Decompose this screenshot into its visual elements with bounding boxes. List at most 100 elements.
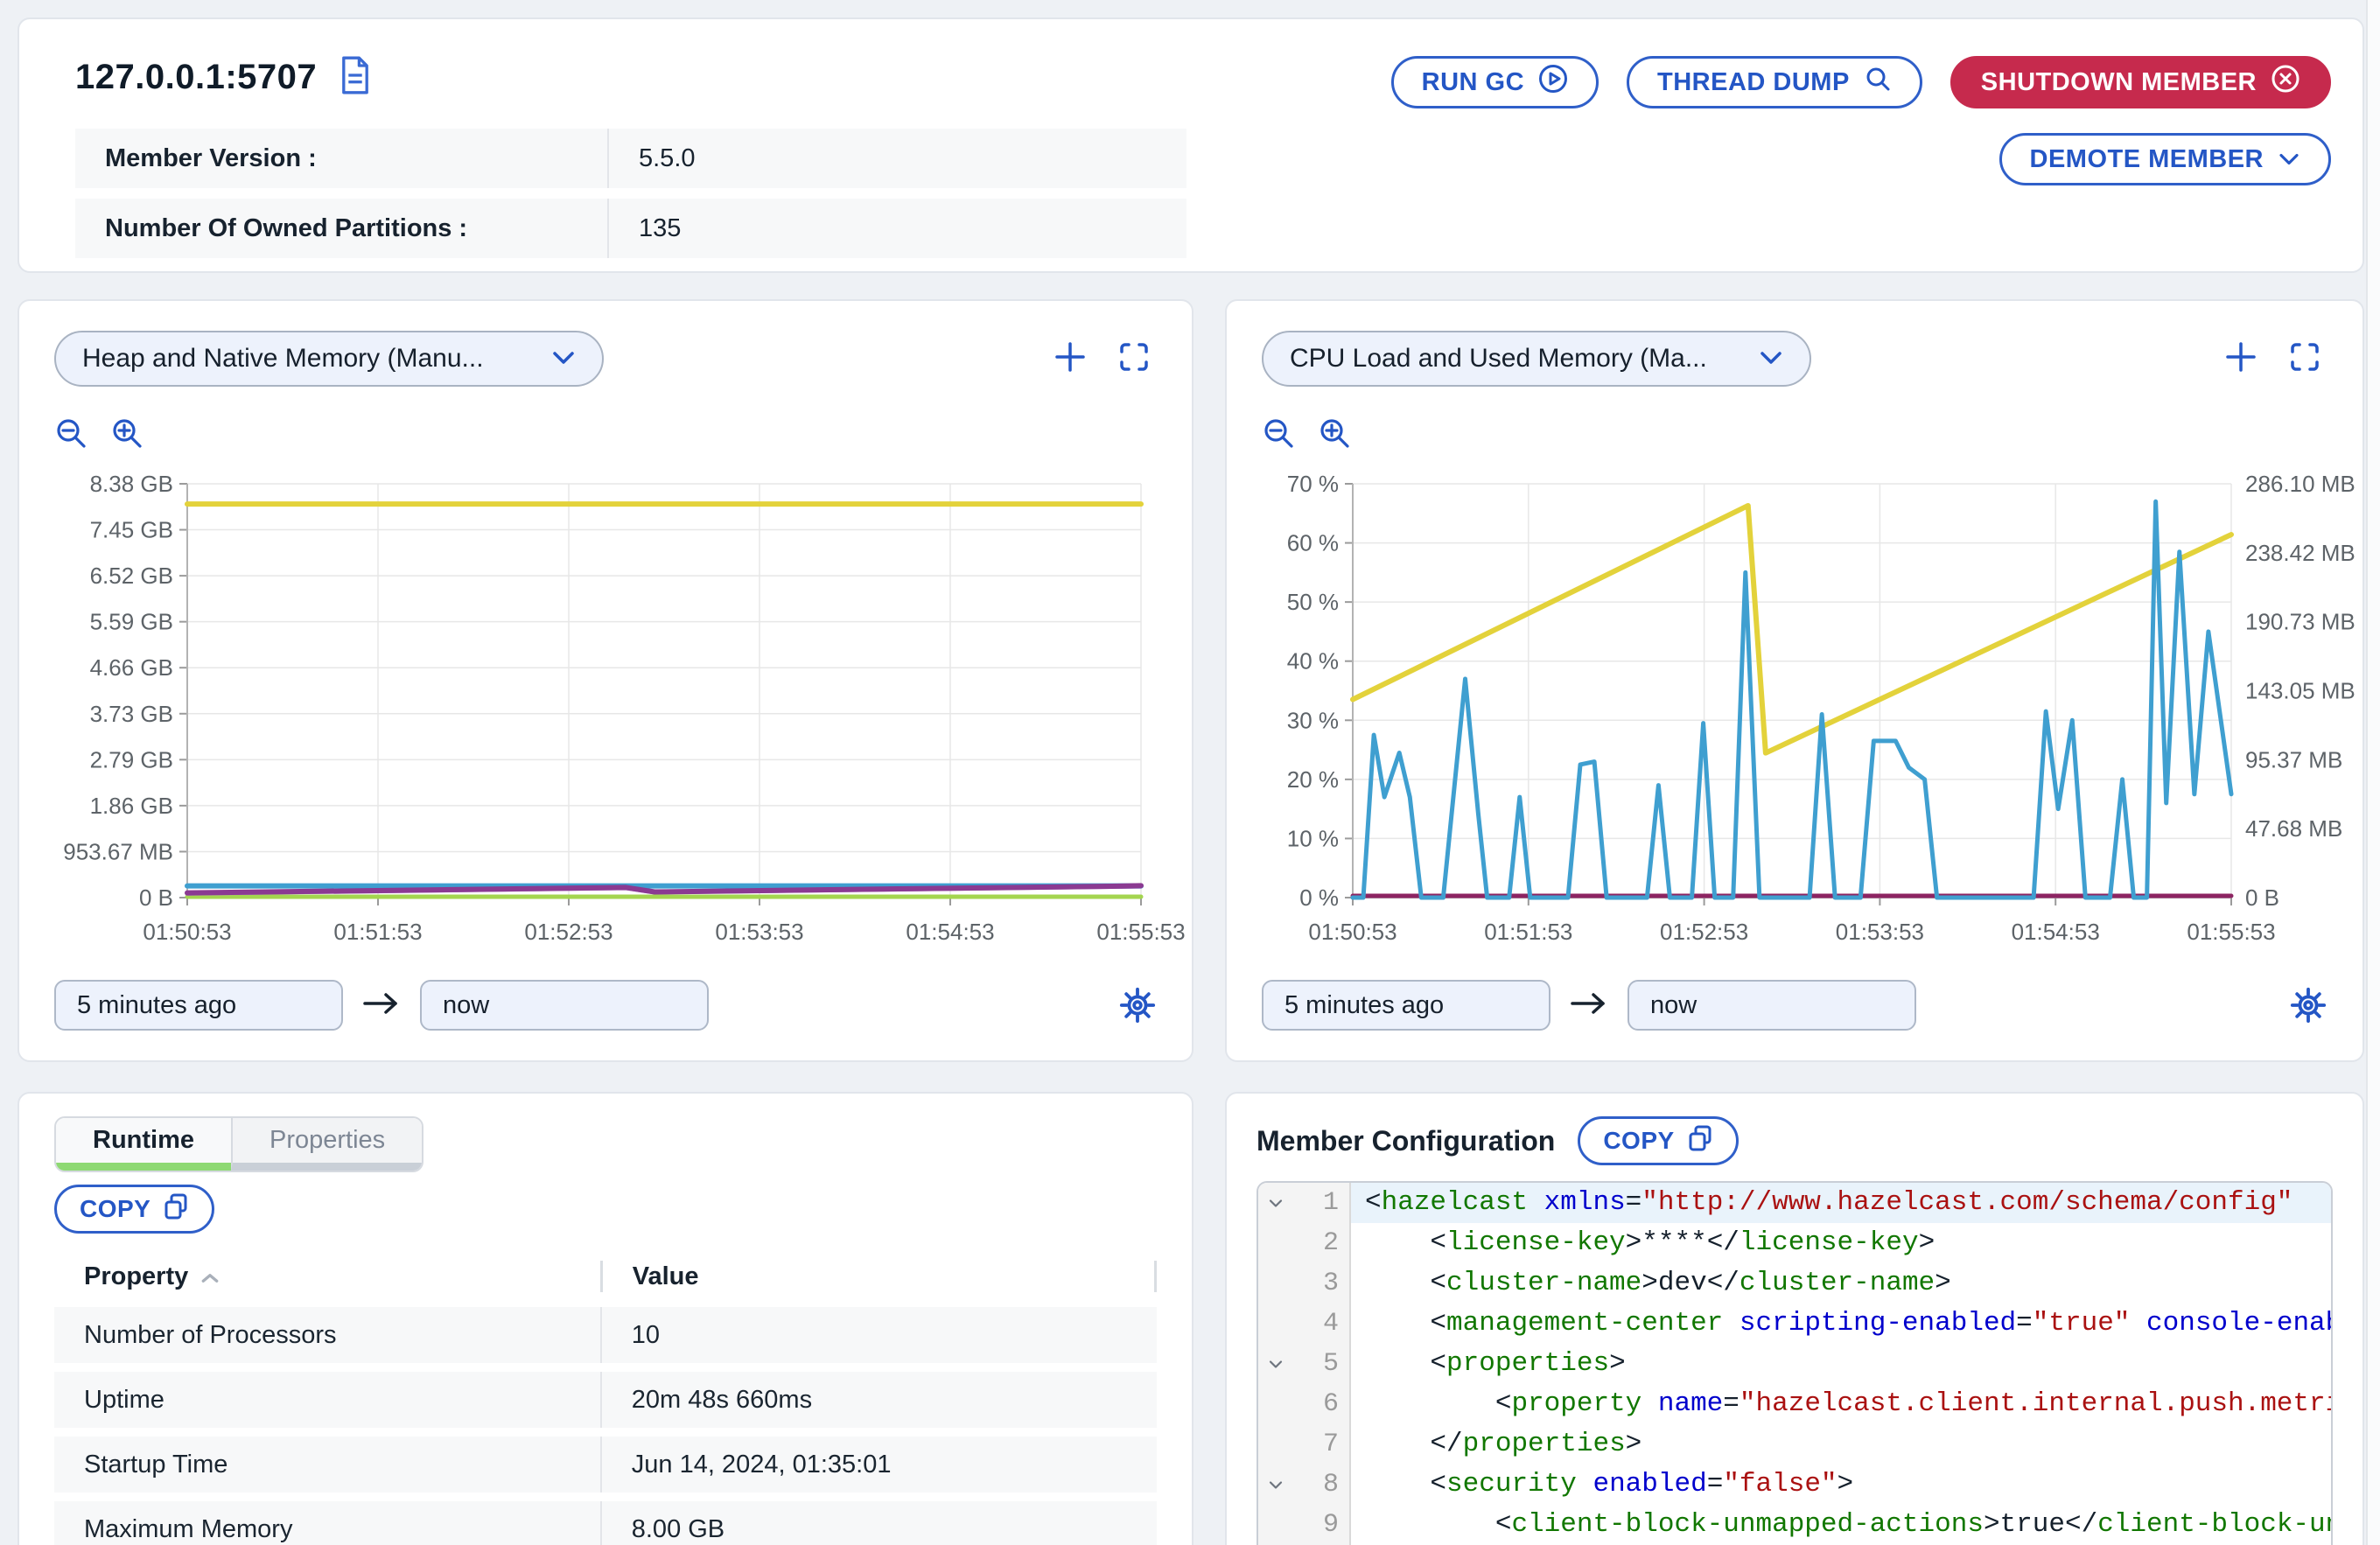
- chevron-down-icon: [1759, 344, 1783, 374]
- line-number: 1: [1293, 1188, 1349, 1218]
- code-gutter: 2: [1258, 1223, 1351, 1263]
- metric-select-label: CPU Load and Used Memory (Ma...: [1290, 344, 1707, 374]
- add-chart-button[interactable]: [2224, 340, 2258, 378]
- copy-config-button[interactable]: COPY: [1578, 1116, 1738, 1165]
- fold-chevron-icon[interactable]: [1258, 1480, 1293, 1490]
- copy-icon: [1687, 1125, 1713, 1157]
- page-title: 127.0.0.1:5707: [75, 58, 317, 97]
- runtime-properties-card: Runtime Properties COPY Property: [18, 1092, 1194, 1545]
- cpu-memory-chart[interactable]: 70 %60 %50 %40 %30 %20 %10 %0 %01:50:530…: [1262, 472, 2328, 948]
- tab-runtime-label: Runtime: [93, 1126, 194, 1155]
- member-detail-page: 127.0.0.1:5707 Member Version : 5.5.0 Nu…: [0, 0, 2380, 1545]
- member-configuration-card: Member Configuration COPY 1<hazelcast xm…: [1225, 1092, 2364, 1545]
- code-text: <property name="hazelcast.client.interna…: [1351, 1384, 2331, 1424]
- code-gutter: 6: [1258, 1384, 1351, 1424]
- line-number: 2: [1293, 1228, 1349, 1258]
- tab-properties-label: Properties: [270, 1126, 385, 1155]
- table-row: Number of Processors10: [54, 1307, 1157, 1363]
- chart-settings-button[interactable]: [2289, 986, 2328, 1024]
- metric-select[interactable]: CPU Load and Used Memory (Ma...: [1262, 331, 1811, 387]
- member-actions-row: RUN GC THREAD DUMP: [1391, 56, 2331, 108]
- shutdown-member-button[interactable]: SHUTDOWN MEMBER: [1950, 56, 2331, 108]
- svg-text:01:53:53: 01:53:53: [1836, 919, 1924, 945]
- code-line: 6 <property name="hazelcast.client.inter…: [1258, 1384, 2331, 1424]
- code-text: <properties>: [1351, 1344, 2331, 1384]
- code-text: <security enabled="false">: [1351, 1465, 2331, 1505]
- config-code-editor[interactable]: 1<hazelcast xmlns="http://www.hazelcast.…: [1256, 1181, 2333, 1545]
- svg-text:0 B: 0 B: [2245, 884, 2279, 911]
- code-gutter: 4: [1258, 1304, 1351, 1344]
- fullscreen-icon[interactable]: [2289, 341, 2320, 377]
- zoom-in-icon[interactable]: [1318, 416, 1353, 456]
- cpu-memory-chart-card: CPU Load and Used Memory (Ma...: [1225, 299, 2364, 1062]
- svg-text:6.52 GB: 6.52 GB: [90, 563, 173, 589]
- member-summary-card: 127.0.0.1:5707 Member Version : 5.5.0 Nu…: [18, 17, 2364, 273]
- run-gc-button[interactable]: RUN GC: [1391, 56, 1599, 108]
- table-row: Startup TimeJun 14, 2024, 01:35:01: [54, 1437, 1157, 1493]
- svg-text:1.86 GB: 1.86 GB: [90, 793, 173, 819]
- column-header-value[interactable]: Value: [600, 1261, 1157, 1292]
- zoom-in-icon[interactable]: [110, 416, 145, 456]
- page-scrollbar[interactable]: [2366, 0, 2380, 1545]
- sort-asc-icon: [200, 1262, 220, 1291]
- thread-dump-button[interactable]: THREAD DUMP: [1627, 56, 1922, 108]
- property-cell: Maximum Memory: [54, 1515, 600, 1544]
- copy-label: COPY: [80, 1195, 150, 1223]
- metric-select[interactable]: Heap and Native Memory (Manu...: [54, 331, 604, 387]
- time-to-input[interactable]: [420, 980, 709, 1031]
- code-text: <hazelcast xmlns="http://www.hazelcast.c…: [1351, 1183, 2331, 1223]
- svg-text:4.66 GB: 4.66 GB: [90, 654, 173, 681]
- code-gutter: 1: [1258, 1183, 1351, 1223]
- fold-chevron-icon[interactable]: [1258, 1360, 1293, 1369]
- copy-runtime-button[interactable]: COPY: [54, 1185, 214, 1234]
- code-gutter: 7: [1258, 1424, 1351, 1465]
- chart-time-range: [1262, 980, 2328, 1031]
- info-value: 135: [607, 199, 1186, 258]
- property-cell: Uptime: [54, 1386, 600, 1415]
- svg-text:2.79 GB: 2.79 GB: [90, 746, 173, 772]
- svg-text:01:55:53: 01:55:53: [2187, 919, 2275, 945]
- heap-memory-chart[interactable]: 8.38 GB7.45 GB6.52 GB5.59 GB4.66 GB3.73 …: [54, 472, 1157, 948]
- svg-text:5.59 GB: 5.59 GB: [90, 609, 173, 635]
- play-circle-icon: [1538, 64, 1568, 101]
- arrow-right-icon: [362, 990, 401, 1021]
- demote-member-button[interactable]: DEMOTE MEMBER: [1999, 133, 2332, 185]
- value-cell: Jun 14, 2024, 01:35:01: [600, 1437, 1157, 1493]
- time-to-input[interactable]: [1628, 980, 1916, 1031]
- svg-text:01:55:53: 01:55:53: [1096, 919, 1185, 945]
- zoom-out-icon[interactable]: [1262, 416, 1297, 456]
- chart-zoom-controls: [1262, 416, 2328, 456]
- value-cell: 10: [600, 1307, 1157, 1363]
- heap-memory-chart-card: Heap and Native Memory (Manu...: [18, 299, 1194, 1062]
- svg-text:10 %: 10 %: [1287, 825, 1339, 851]
- code-text: </properties>: [1351, 1424, 2331, 1465]
- tab-properties[interactable]: Properties: [231, 1118, 422, 1171]
- table-row: Uptime20m 48s 660ms: [54, 1372, 1157, 1428]
- config-title: Member Configuration: [1256, 1125, 1555, 1157]
- time-from-input[interactable]: [54, 980, 343, 1031]
- shutdown-member-label: SHUTDOWN MEMBER: [1981, 68, 2257, 97]
- column-header-property[interactable]: Property: [54, 1262, 600, 1291]
- config-header: Member Configuration COPY: [1256, 1116, 2333, 1165]
- svg-text:286.10 MB: 286.10 MB: [2245, 471, 2356, 497]
- chart-settings-button[interactable]: [1118, 986, 1157, 1024]
- line-number: 8: [1293, 1470, 1349, 1500]
- svg-text:01:53:53: 01:53:53: [715, 919, 803, 945]
- tab-runtime[interactable]: Runtime: [56, 1118, 231, 1171]
- svg-text:238.42 MB: 238.42 MB: [2245, 540, 2356, 566]
- code-line: 9 <client-block-unmapped-actions>true</c…: [1258, 1505, 2331, 1545]
- fold-chevron-icon[interactable]: [1258, 1199, 1293, 1208]
- add-chart-button[interactable]: [1054, 340, 1087, 378]
- time-from-input[interactable]: [1262, 980, 1550, 1031]
- info-label: Member Version :: [75, 144, 607, 173]
- table-row: Maximum Memory8.00 GB: [54, 1501, 1157, 1545]
- line-number: 4: [1293, 1309, 1349, 1339]
- code-line: 8 <security enabled="false">: [1258, 1465, 2331, 1505]
- document-icon[interactable]: [340, 56, 371, 99]
- code-text: <license-key>****</license-key>: [1351, 1223, 2331, 1263]
- line-number: 7: [1293, 1430, 1349, 1459]
- zoom-out-icon[interactable]: [54, 416, 89, 456]
- code-line: 3 <cluster-name>dev</cluster-name>: [1258, 1263, 2331, 1304]
- fullscreen-icon[interactable]: [1118, 341, 1150, 377]
- value-cell: 20m 48s 660ms: [600, 1372, 1157, 1428]
